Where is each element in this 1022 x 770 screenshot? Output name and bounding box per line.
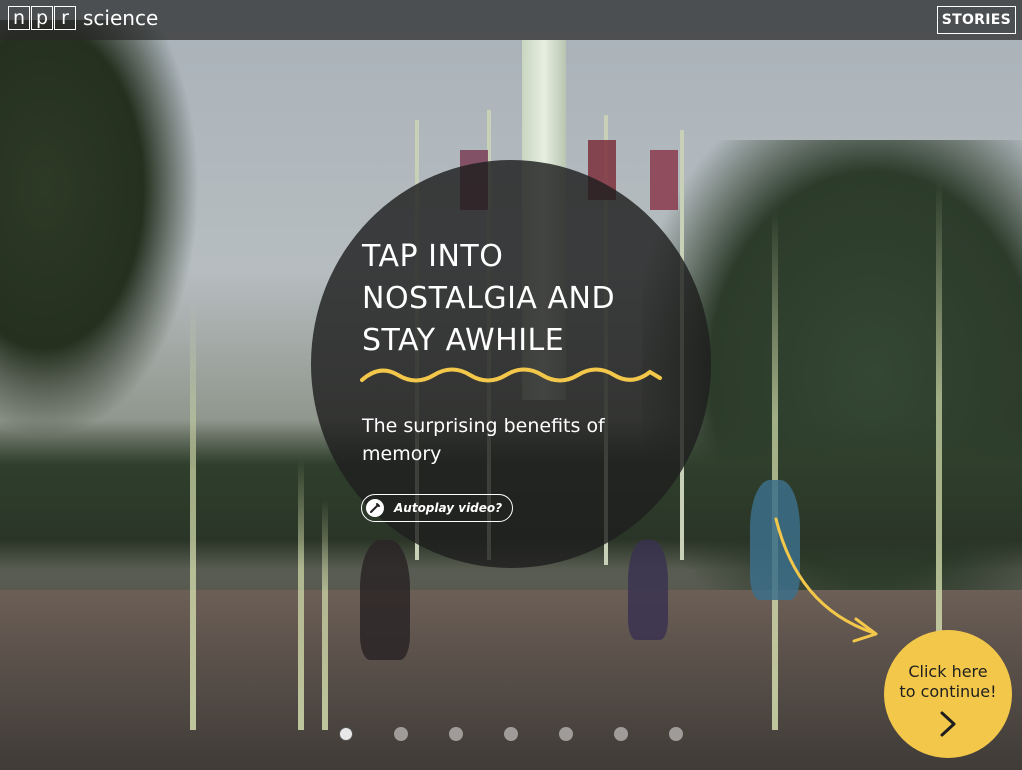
child-silhouette [360,540,410,660]
top-bar: n p r science STORIES [0,0,1022,40]
continue-line: Click here [908,662,988,681]
trees-left [0,20,200,440]
page-dot-2[interactable] [394,727,408,741]
curved-arrow-icon [774,517,878,643]
section-name: science [83,6,159,30]
fountain-jet [190,300,196,730]
autoplay-label: Autoplay video? [394,501,503,515]
continue-button[interactable]: Click here to continue! [884,630,1012,758]
chevron-right-icon [940,711,956,737]
page-dot-6[interactable] [614,727,628,741]
headline-line: TAP INTO [362,239,504,274]
child-silhouette [628,540,668,640]
npr-science-logo[interactable]: n p r science [8,6,158,30]
fountain-jet [322,500,328,730]
page-dot-5[interactable] [559,727,573,741]
fountain-jet [772,210,778,730]
continue-line: to continue! [899,682,997,701]
logo-letter: n [8,6,30,30]
page-dot-4[interactable] [504,727,518,741]
logo-letter: p [31,6,53,30]
headline-line: NOSTALGIA AND [362,281,616,316]
page-dot-7[interactable] [669,727,683,741]
pagination-dots [339,727,724,741]
headline: TAP INTO NOSTALGIA AND STAY AWHILE [362,236,692,362]
autoplay-toggle[interactable]: Autoplay video? [361,494,514,522]
page-dot-3[interactable] [449,727,463,741]
flag [650,150,678,210]
continue-label: Click here to continue! [884,662,1012,702]
pencil-slash-icon [366,499,384,517]
page-dot-1[interactable] [339,727,353,741]
headline-line: STAY AWHILE [362,323,565,358]
subtitle: The surprising benefits of memory [362,415,605,465]
squiggle-divider [360,367,662,383]
fountain-jet [298,460,304,730]
logo-letter: r [54,6,76,30]
stories-button[interactable]: STORIES [936,6,1016,34]
